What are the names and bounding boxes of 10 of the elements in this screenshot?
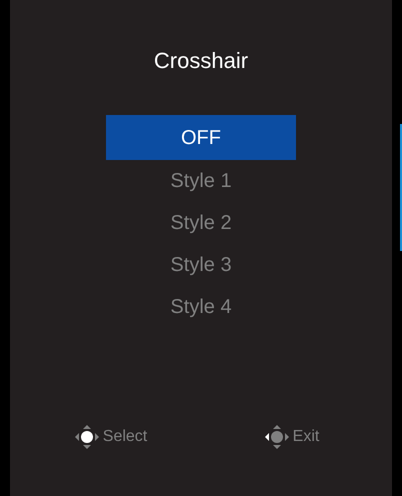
menu-title: Crosshair (152, 47, 250, 75)
joystick-icon (264, 424, 290, 450)
menu-option[interactable]: OFF (106, 115, 296, 160)
joystick-icon (74, 424, 100, 450)
menu-option[interactable]: Style 3 (106, 244, 296, 286)
hint-label: Exit (292, 427, 320, 447)
menu-option[interactable]: Style 1 (106, 160, 296, 202)
hint-label: Select (102, 427, 148, 447)
menu-option[interactable]: Style 2 (106, 202, 296, 244)
menu-option[interactable]: Style 4 (106, 286, 296, 328)
